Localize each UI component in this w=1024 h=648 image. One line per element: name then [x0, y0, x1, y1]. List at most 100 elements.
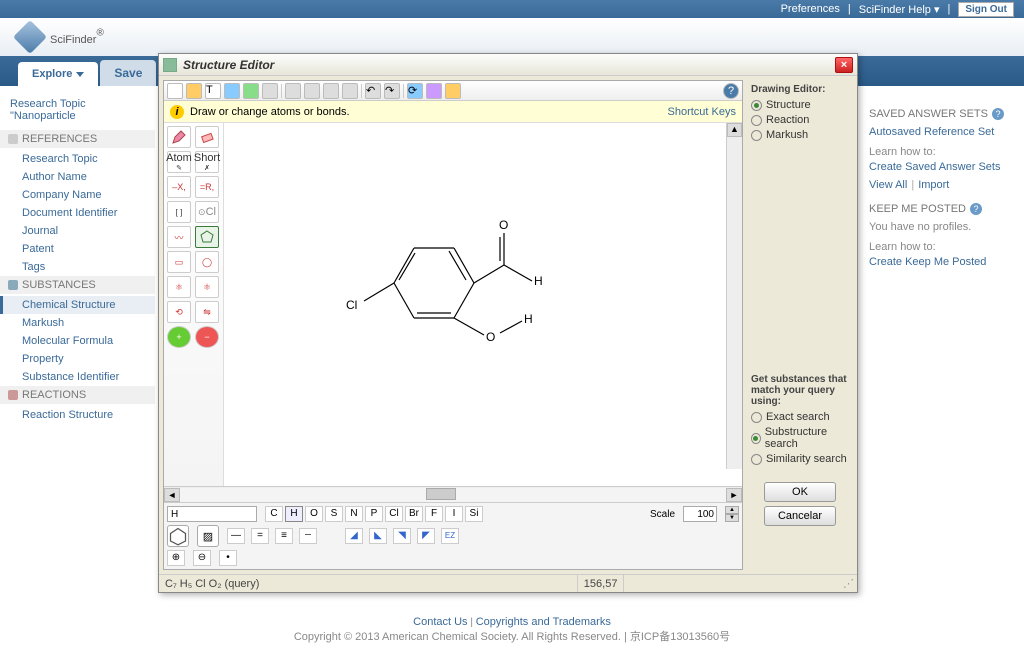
- nav-patent[interactable]: Patent: [0, 240, 155, 258]
- single-bond-icon[interactable]: —: [227, 528, 245, 544]
- vertical-scrollbar[interactable]: ▲: [726, 123, 742, 469]
- add-tool[interactable]: +: [167, 326, 191, 348]
- atom-br[interactable]: Br: [405, 506, 423, 522]
- dashed-bond-icon[interactable]: ┄: [299, 528, 317, 544]
- help-icon[interactable]: ?: [970, 203, 982, 215]
- breadcrumb[interactable]: Research Topic "Nanoparticle: [0, 94, 155, 130]
- variable-attach-tool[interactable]: ⊙Cl: [195, 201, 219, 223]
- double-bond-icon[interactable]: =: [251, 528, 269, 544]
- benzene-template-icon[interactable]: [167, 525, 189, 547]
- undo-icon[interactable]: ↶: [365, 83, 381, 99]
- radio-similarity[interactable]: Similarity search: [751, 453, 849, 465]
- ok-button[interactable]: OK: [764, 482, 836, 502]
- atom-o[interactable]: O: [305, 506, 323, 522]
- atom-cl[interactable]: Cl: [385, 506, 403, 522]
- nav-document-identifier[interactable]: Document Identifier: [0, 204, 155, 222]
- nav-molecular-formula[interactable]: Molecular Formula: [0, 332, 155, 350]
- remove-tool[interactable]: −: [195, 326, 219, 348]
- rotate-tool[interactable]: ⟲: [167, 301, 191, 323]
- ring-tool[interactable]: [195, 226, 219, 248]
- nav-company-name[interactable]: Company Name: [0, 186, 155, 204]
- paste-icon[interactable]: [323, 83, 339, 99]
- radical-icon[interactable]: •: [219, 550, 237, 566]
- shortcut-keys-link[interactable]: Shortcut Keys: [668, 106, 736, 118]
- nav-markush[interactable]: Markush: [0, 314, 155, 332]
- positive-charge-icon[interactable]: ⊕: [167, 550, 185, 566]
- atom-input[interactable]: [167, 506, 257, 522]
- wedge-up-icon[interactable]: ◢: [345, 528, 363, 544]
- horizontal-scrollbar[interactable]: ◄ ►: [164, 486, 742, 502]
- nav-research-topic[interactable]: Research Topic: [0, 150, 155, 168]
- x-group-tool[interactable]: –X,: [167, 176, 191, 198]
- wedge-either-icon[interactable]: ◥: [393, 528, 411, 544]
- preferences-link[interactable]: Preferences: [781, 3, 840, 15]
- list-icon[interactable]: [445, 83, 461, 99]
- import-link[interactable]: Import: [918, 179, 949, 191]
- export-icon[interactable]: [243, 83, 259, 99]
- chain-tool[interactable]: 〰: [167, 226, 191, 248]
- cut-icon[interactable]: [285, 83, 301, 99]
- wedge-down-icon[interactable]: ◣: [369, 528, 387, 544]
- rect-select-tool[interactable]: ▭: [167, 251, 191, 273]
- nav-chemical-structure[interactable]: Chemical Structure: [0, 296, 155, 314]
- delete-icon[interactable]: [342, 83, 358, 99]
- radio-structure[interactable]: Structure: [751, 99, 849, 111]
- cancel-button[interactable]: Cancelar: [764, 506, 836, 526]
- template-icon[interactable]: T: [205, 83, 221, 99]
- radio-reaction[interactable]: Reaction: [751, 114, 849, 126]
- negative-charge-icon[interactable]: ⊖: [193, 550, 211, 566]
- pencil-tool-icon[interactable]: [167, 126, 191, 148]
- radio-markush[interactable]: Markush: [751, 129, 849, 141]
- redo-icon[interactable]: ↷: [384, 83, 400, 99]
- create-saved-link[interactable]: Create Saved Answer Sets: [869, 161, 1014, 173]
- ez-bond-icon[interactable]: EZ: [441, 528, 459, 544]
- atom-h[interactable]: H: [285, 506, 303, 522]
- scroll-left-icon[interactable]: ◄: [164, 488, 180, 502]
- nav-author-name[interactable]: Author Name: [0, 168, 155, 186]
- tab-saved[interactable]: Save: [100, 60, 156, 86]
- contact-link[interactable]: Contact Us: [413, 616, 467, 628]
- atom-si[interactable]: Si: [465, 506, 483, 522]
- nav-journal[interactable]: Journal: [0, 222, 155, 240]
- autosaved-link[interactable]: Autosaved Reference Set: [869, 126, 1014, 138]
- r-group-tool[interactable]: =R,: [195, 176, 219, 198]
- help-link[interactable]: SciFinder Help ▾: [859, 3, 940, 16]
- mirror-tool[interactable]: ⇋: [195, 301, 219, 323]
- print-icon[interactable]: [262, 83, 278, 99]
- atom-c[interactable]: C: [265, 506, 283, 522]
- ring-count-tool[interactable]: [ ]: [167, 201, 191, 223]
- view-all-link[interactable]: View All: [869, 179, 907, 191]
- settings-icon[interactable]: [426, 83, 442, 99]
- refresh-icon[interactable]: ⟳: [407, 83, 423, 99]
- nav-reaction-structure[interactable]: Reaction Structure: [0, 406, 155, 424]
- triple-bond-icon[interactable]: ≡: [275, 528, 293, 544]
- wavy-bond-icon[interactable]: ◤: [417, 528, 435, 544]
- atom-s[interactable]: S: [325, 506, 343, 522]
- new-icon[interactable]: [167, 83, 183, 99]
- copyrights-link[interactable]: Copyrights and Trademarks: [476, 616, 611, 628]
- nav-property[interactable]: Property: [0, 350, 155, 368]
- lock-ring-tool[interactable]: ⚛: [195, 276, 219, 298]
- shortcut-tool[interactable]: Short✗: [195, 151, 219, 173]
- more-templates-icon[interactable]: ▨: [197, 525, 219, 547]
- lasso-tool[interactable]: ◯: [195, 251, 219, 273]
- nav-tags[interactable]: Tags: [0, 258, 155, 276]
- atom-n[interactable]: N: [345, 506, 363, 522]
- help-icon[interactable]: ?: [992, 108, 1004, 120]
- create-kmp-link[interactable]: Create Keep Me Posted: [869, 256, 1014, 268]
- nav-substance-identifier[interactable]: Substance Identifier: [0, 368, 155, 386]
- eraser-tool-icon[interactable]: [195, 126, 219, 148]
- scale-up-icon[interactable]: ▲: [725, 506, 739, 514]
- scroll-up-icon[interactable]: ▲: [727, 123, 742, 137]
- scroll-right-icon[interactable]: ►: [726, 488, 742, 502]
- radio-substructure[interactable]: Substructure search: [751, 426, 849, 450]
- atom-i[interactable]: I: [445, 506, 463, 522]
- scale-input[interactable]: [683, 506, 717, 522]
- atom-f[interactable]: F: [425, 506, 443, 522]
- drawing-canvas[interactable]: Cl O H O H: [224, 123, 742, 486]
- resize-grip-icon[interactable]: ⋰: [843, 577, 857, 590]
- radio-exact[interactable]: Exact search: [751, 411, 849, 423]
- lock-atom-tool[interactable]: ⚛: [167, 276, 191, 298]
- atom-p[interactable]: P: [365, 506, 383, 522]
- close-icon[interactable]: ×: [835, 57, 853, 73]
